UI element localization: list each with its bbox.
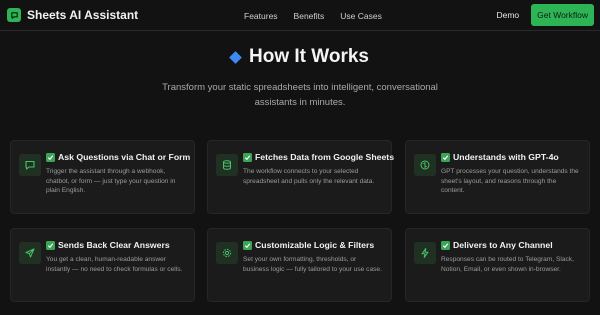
section-heading: How It Works (0, 46, 600, 68)
brain-icon (414, 154, 436, 176)
card-description: GPT processes your question, understands… (441, 168, 579, 195)
card-title-text: Fetches Data from Google Sheets (255, 152, 395, 162)
checkmark-icon (441, 240, 450, 250)
checkmark-icon (46, 240, 55, 250)
card-description: Trigger the assistant through a webhook,… (46, 168, 176, 195)
nav-link-use-cases[interactable]: Use Cases (340, 11, 382, 21)
section-subtitle: Transform your static spreadsheets into … (162, 82, 438, 108)
top-navbar: Sheets AI Assistant Features Benefits Us… (0, 0, 600, 31)
brand-name: Sheets AI Assistant (27, 8, 139, 22)
checkmark-icon (46, 152, 55, 162)
blue-diamond-icon (229, 50, 242, 64)
nav-actions: Demo Get Workflow (496, 4, 594, 26)
step-card-sends-answers: Sends Back Clear Answers You get a clean… (10, 228, 195, 302)
nav-links: Features Benefits Use Cases (244, 0, 382, 31)
card-description: The workflow connects to your selected s… (243, 168, 375, 185)
step-card-ask-questions: Ask Questions via Chat or Form Trigger t… (10, 140, 195, 214)
chat-icon (19, 154, 41, 176)
get-workflow-button[interactable]: Get Workflow (531, 4, 594, 26)
card-title-text: Ask Questions via Chat or Form (58, 152, 191, 162)
card-title: Understands with GPT-4o (441, 152, 581, 162)
card-title-text: Customizable Logic & Filters (255, 240, 375, 250)
send-icon (19, 242, 41, 264)
card-title: Fetches Data from Google Sheets (243, 152, 394, 162)
brand[interactable]: Sheets AI Assistant (7, 8, 138, 22)
step-card-delivers: Delivers to Any Channel Responses can be… (405, 228, 590, 302)
demo-link[interactable]: Demo (496, 10, 519, 20)
step-card-customizable: Customizable Logic & Filters Set your ow… (207, 228, 392, 302)
card-title-text: Understands with GPT-4o (453, 152, 559, 162)
checkmark-icon (243, 240, 252, 250)
gear-icon (216, 242, 238, 264)
card-description: Responses can be routed to Telegram, Sla… (441, 256, 574, 273)
hero-section: How It Works Transform your static sprea… (0, 46, 600, 110)
checkmark-icon (243, 152, 252, 162)
step-card-understands: Understands with GPT-4o GPT processes yo… (405, 140, 590, 214)
nav-link-benefits[interactable]: Benefits (294, 11, 325, 21)
lightning-icon (414, 242, 436, 264)
step-card-fetches-data: Fetches Data from Google Sheets The work… (207, 140, 394, 214)
card-title: Ask Questions via Chat or Form (46, 152, 190, 162)
nav-link-features[interactable]: Features (244, 11, 278, 21)
checkmark-icon (441, 152, 450, 162)
card-title: Sends Back Clear Answers (46, 240, 186, 250)
card-description: You get a clean, human-readable answer i… (46, 256, 183, 273)
section-title: How It Works (249, 46, 369, 67)
card-title: Delivers to Any Channel (441, 240, 581, 250)
chat-logo-icon (7, 8, 21, 22)
card-title-text: Sends Back Clear Answers (58, 240, 170, 250)
card-title-text: Delivers to Any Channel (453, 240, 553, 250)
card-description: Set your own formatting, thresholds, or … (243, 256, 382, 273)
card-title: Customizable Logic & Filters (243, 240, 383, 250)
database-icon (216, 154, 238, 176)
